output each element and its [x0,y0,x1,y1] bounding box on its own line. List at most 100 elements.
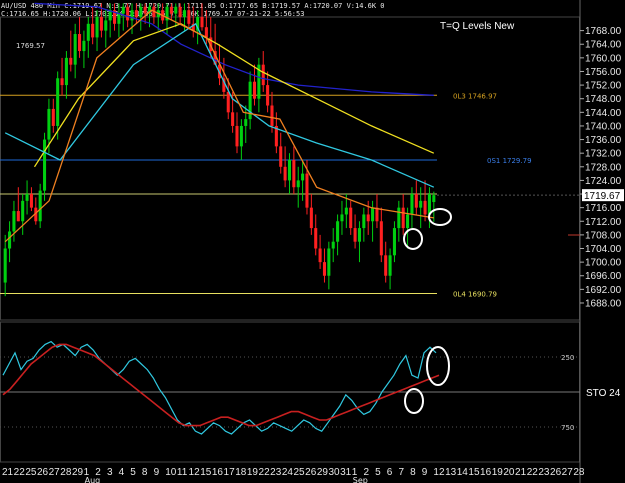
candle-up [244,119,248,126]
x-tick-label: 19 [492,467,504,478]
annotation-circle [404,388,424,414]
candle-down [309,207,313,229]
x-tick-label: 26 [550,467,562,478]
candle-down [270,105,274,126]
candle-down [91,23,95,38]
candle-down [78,34,82,52]
candle-up [86,23,90,41]
x-tick-label: 9 [154,467,160,478]
level-label-0l3: 0L3 1746.97 [453,92,497,100]
candle-up [301,173,305,181]
candle-down [384,255,388,276]
candle-down [414,194,418,208]
x-tick-label: 21 [2,467,14,478]
candle-down [187,10,191,24]
candle-up [344,207,348,215]
x-tick-label: 28 [573,467,585,478]
candle-up [388,255,392,276]
annotation-circle [403,228,423,250]
candle-up [327,248,331,276]
candle-up [340,214,344,222]
price-tick-label: 1704.00 [585,244,622,255]
price-tick-label: 1708.00 [585,230,622,241]
candle-up [38,190,42,222]
x-tick-label: 3 [107,467,113,478]
price-tick-label: 1696.00 [585,271,622,282]
price-tick-label: 1688.00 [585,298,622,309]
candle-down [318,248,322,263]
candle-down [204,27,208,38]
price-tick-label: 1700.00 [585,258,622,269]
candle-up [12,211,16,232]
x-tick-label: 29 [317,467,329,478]
x-tick-label: 6 [387,467,393,478]
candle-down [200,17,204,28]
oscillator-scale-label: 750 [561,424,574,432]
x-tick-label: 22 [259,467,271,478]
candle-down [51,108,55,126]
candle-down [266,85,270,106]
candle-down [126,6,130,21]
price-tick-label: 1748.00 [585,94,622,105]
price-tick-label: 1760.00 [585,53,622,64]
x-month-label: Aug [85,476,101,483]
candle-down [235,125,239,147]
candle-up [174,6,178,14]
x-tick-label: 30 [328,467,340,478]
candle-up [432,195,436,203]
price-tick-label: 1764.00 [585,40,622,51]
candle-down [283,166,287,181]
x-tick-label: 25 [294,467,306,478]
x-tick-label: 15 [200,467,212,478]
x-tick-label: 9 [422,467,428,478]
x-tick-label: 24 [282,467,294,478]
candle-up [336,221,340,242]
candle-up [139,6,143,18]
x-tick-label: 22 [14,467,26,478]
price-tick-label: 1756.00 [585,67,622,78]
candle-up [95,17,99,38]
oscillator-label: STO 24 [586,388,621,399]
candle-up [25,194,29,201]
current-price-label: 1719.67 [584,191,621,202]
x-tick-label: 18 [235,467,247,478]
chart-canvas[interactable]: 1768.00 1764.00 1760.00 1756.00 1752.00 1748.… [0,0,625,483]
x-tick-label: 13 [445,467,457,478]
candle-down [292,159,296,188]
candle-down [401,207,405,229]
level-label-0s1: 0S1 1729.79 [487,157,532,165]
x-tick-label: 15 [468,467,480,478]
candle-down [366,214,370,222]
candle-up [8,231,12,249]
x-tick-label: 5 [375,467,381,478]
candle-down [231,112,235,126]
candle-up [104,20,108,31]
candle-up [419,200,423,208]
x-tick-label: 10 [165,467,177,478]
candle-up [64,57,68,86]
candle-up [43,139,47,191]
candle-up [357,228,361,242]
candle-down [375,207,379,222]
price-tick-label: 1692.00 [585,285,622,296]
candle-down [322,262,327,276]
candle-down [69,57,73,65]
candle-down [99,17,103,31]
x-tick-label: 8 [410,467,416,478]
candle-up [410,194,414,215]
candle-up [73,34,77,65]
x-tick-label: 19 [247,467,259,478]
price-tick-label: 1712.00 [585,217,622,228]
price-tick-label: 1716.00 [585,203,622,214]
x-month-label: Sep [353,476,368,483]
x-tick-label: 22 [527,467,539,478]
x-tick-label: 20 [503,467,515,478]
candle-down [226,91,230,113]
x-tick-label: 28 [60,467,72,478]
candle-up [56,78,60,126]
x-tick-label: 26 [305,467,317,478]
x-tick-label: 21 [515,467,527,478]
price-tick-label: 1736.00 [585,135,622,146]
candle-down [29,194,33,208]
price-tick-label: 1768.00 [585,26,622,37]
